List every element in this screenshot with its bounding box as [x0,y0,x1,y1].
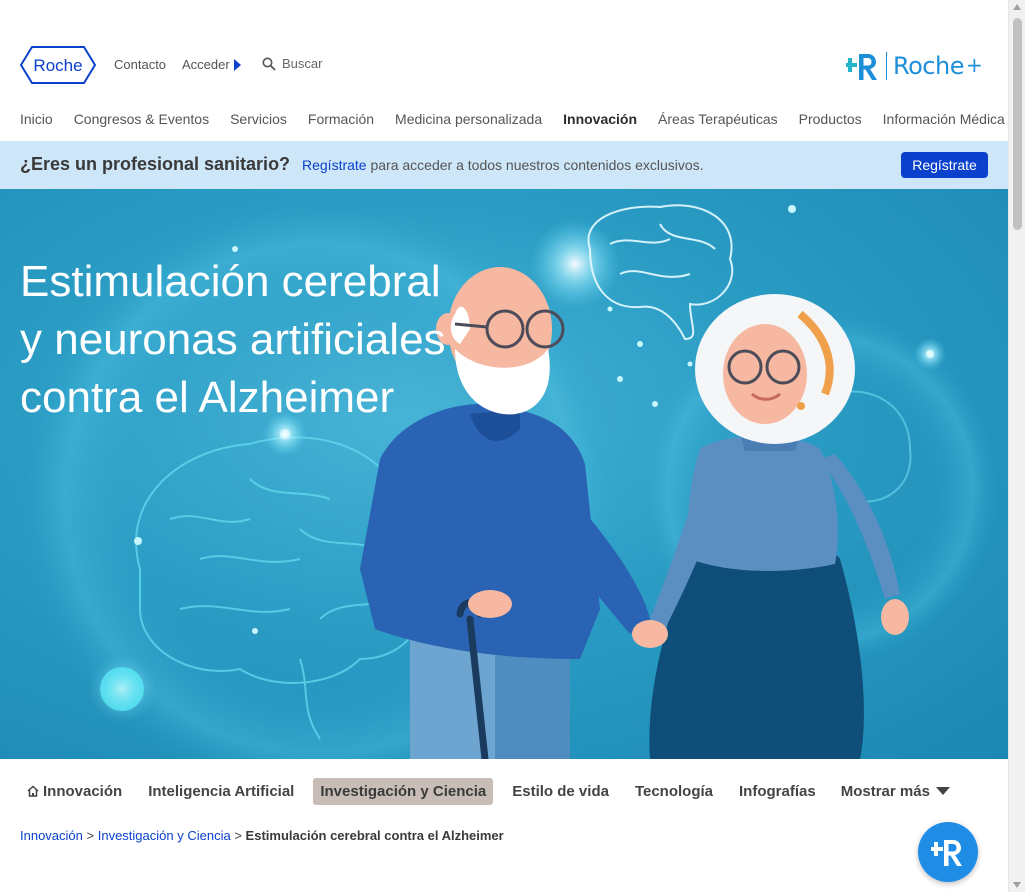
breadcrumb-separator: > [86,828,95,843]
subnav-tab-inteligencia-artificial[interactable]: Inteligencia Artificial [141,778,301,805]
nav-item-congresos[interactable]: Congresos & Eventos [74,111,209,127]
nav-item-medicina-personalizada[interactable]: Medicina personalizada [395,111,542,127]
roche-plus-wordmark: Roche + [893,52,983,80]
nav-item-productos[interactable]: Productos [799,111,862,127]
roche-plus-sign: + [965,53,983,77]
chevron-down-icon [935,787,950,795]
banner-register-link[interactable]: Regístrate [302,157,367,173]
breadcrumb-link-investigacion[interactable]: Investigación y Ciencia [98,828,231,843]
breadcrumb: Innovación > Investigación y Ciencia > E… [20,828,504,843]
banner-text: Regístrate para acceder a todos nuestros… [302,157,704,173]
show-more-label: Mostrar más [840,782,930,800]
subnav-tab-infografias[interactable]: Infografías [732,778,823,805]
roche-logo[interactable]: Roche [20,45,96,85]
roche-logo-text: Roche [33,56,82,75]
login-label: Acceder [182,57,230,72]
logo-divider [886,52,887,80]
caret-right-icon [233,59,241,71]
hero-title-line-2: y neuronas artificiales [20,315,446,364]
search-icon [262,57,276,70]
register-banner: ¿Eres un profesional sanitario? Regístra… [0,141,1008,189]
subnav-tab-innovacion[interactable]: Innovación [20,778,129,805]
search-label: Buscar [282,56,323,71]
breadcrumb-link-innovacion[interactable]: Innovación [20,828,83,843]
nav-item-innovacion[interactable]: Innovación [563,111,637,127]
banner-description: para acceder a todos nuestros contenidos… [366,157,704,173]
subnav-tab-tecnologia[interactable]: Tecnología [628,778,720,805]
roche-plus-logo[interactable]: Roche + [846,48,988,84]
hero-banner: Estimulación cerebral y neuronas artific… [0,189,1008,759]
roche-plus-word: Roche [893,52,964,80]
register-button[interactable]: Regístrate [901,152,988,178]
nav-item-informacion-medica[interactable]: Información Médica [883,111,1005,127]
contact-link[interactable]: Contacto [114,57,166,72]
roche-plus-chat-button[interactable] [918,822,978,882]
hero-title: Estimulación cerebral y neuronas artific… [20,253,480,427]
roche-plus-r-icon [846,54,877,80]
section-subnav: Innovación Inteligencia Artificial Inves… [20,777,950,805]
scrollbar-thumb[interactable] [1013,18,1022,230]
show-more-button[interactable]: Mostrar más [841,783,950,800]
subnav-tab-investigacion-ciencia[interactable]: Investigación y Ciencia [313,777,494,805]
nav-item-areas-terapeuticas[interactable]: Áreas Terapéuticas [658,111,778,127]
hero-title-line-1: Estimulación cerebral [20,257,441,306]
roche-plus-r-icon [931,840,962,866]
top-header: Roche Contacto Acceder Buscar Roche + [0,0,1008,100]
login-link[interactable]: Acceder [182,57,241,72]
breadcrumb-current: Estimulación cerebral contra el Alzheime… [245,828,504,843]
search-button[interactable]: Buscar [262,56,322,71]
page-scrollbar[interactable] [1008,0,1025,892]
scroll-down-icon[interactable] [1013,882,1021,888]
subnav-tab-estilo-de-vida[interactable]: Estilo de vida [505,778,616,805]
banner-question: ¿Eres un profesional sanitario? [20,154,291,174]
main-nav: Inicio Congresos & Eventos Servicios For… [20,111,1005,127]
nav-item-inicio[interactable]: Inicio [20,111,53,127]
subnav-tab-label: Innovación [43,782,123,800]
nav-item-servicios[interactable]: Servicios [230,111,287,127]
hero-title-line-3: contra el Alzheimer [20,373,395,422]
breadcrumb-separator: > [234,828,242,843]
home-icon [27,785,39,797]
scroll-up-icon[interactable] [1013,4,1021,10]
nav-item-formacion[interactable]: Formación [308,111,374,127]
